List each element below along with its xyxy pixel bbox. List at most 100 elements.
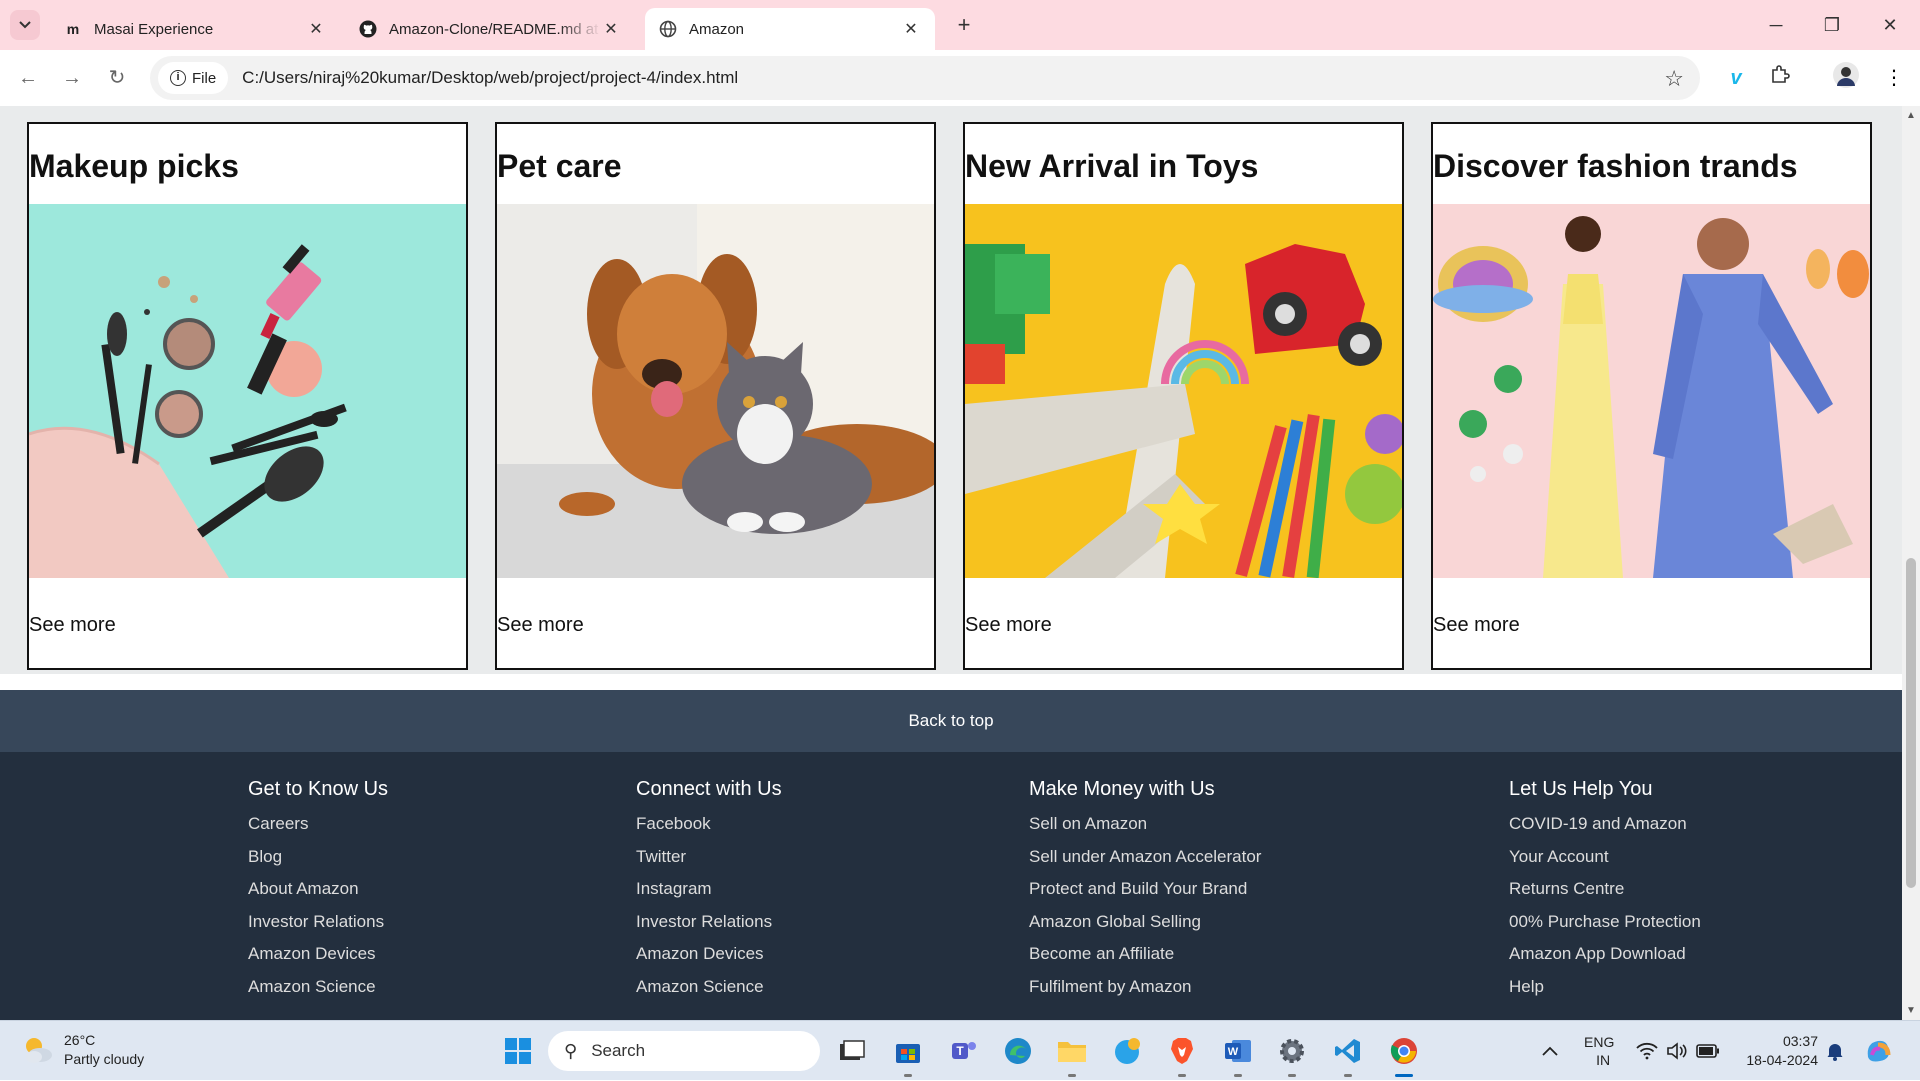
page-viewport: Makeup picks See more Pet care See more … (0, 106, 1902, 1020)
see-more-link[interactable]: See more (497, 614, 584, 637)
profile-avatar[interactable] (1830, 62, 1862, 94)
tab-masai-experience[interactable]: m Masai Experience ✕ (50, 8, 340, 50)
footer-link[interactable]: About Amazon (248, 878, 388, 911)
footer-link[interactable]: Blog (248, 846, 388, 879)
close-icon[interactable]: ✕ (901, 19, 921, 39)
tab-amazon[interactable]: Amazon ✕ (645, 8, 935, 50)
show-hidden-icons[interactable] (1542, 1021, 1558, 1081)
weather-temperature: 26°C (64, 1032, 96, 1048)
forward-arrow-icon[interactable]: → (56, 62, 88, 94)
teams-icon[interactable]: T (946, 1033, 982, 1069)
vertical-scrollbar[interactable]: ▲ ▼ (1902, 106, 1920, 1020)
clock-time: 03:37 (1782, 1033, 1818, 1049)
volume-icon[interactable] (1666, 1021, 1688, 1081)
footer-link[interactable]: Help (1509, 976, 1701, 1009)
close-icon[interactable]: ✕ (306, 19, 326, 39)
footer-link[interactable]: Amazon Devices (636, 943, 782, 976)
search-icon: ⚲ (564, 1040, 578, 1061)
footer-link[interactable]: Instagram (636, 878, 782, 911)
footer-link[interactable]: Investor Relations (248, 911, 388, 944)
footer-link[interactable]: Careers (248, 813, 388, 846)
footer-link[interactable]: Sell on Amazon (1029, 813, 1261, 846)
weather-app-icon[interactable] (1110, 1033, 1146, 1069)
footer-link[interactable]: Twitter (636, 846, 782, 879)
battery-icon[interactable] (1696, 1021, 1720, 1081)
footer-heading: Make Money with Us (1029, 778, 1215, 800)
file-explorer-icon[interactable] (1054, 1033, 1090, 1077)
microsoft-store-icon[interactable] (890, 1033, 926, 1077)
language-indicator[interactable]: ENG IN (1584, 1021, 1614, 1081)
vscode-icon[interactable] (1330, 1033, 1366, 1077)
edge-browser-icon[interactable] (1000, 1033, 1036, 1069)
tab-search-button[interactable] (10, 10, 40, 40)
masai-favicon: m (66, 21, 80, 37)
footer-link[interactable]: Amazon Global Selling (1029, 911, 1261, 944)
back-to-top-button[interactable]: Back to top (0, 690, 1902, 752)
scroll-down-arrow-icon[interactable]: ▼ (1906, 1005, 1916, 1016)
weather-widget[interactable]: 26°C Partly cloudy (20, 1031, 144, 1069)
footer-link[interactable]: Protect and Build Your Brand (1029, 878, 1261, 911)
tab-title: Masai Experience (94, 20, 214, 38)
browser-toolbar: ← → ↻ i File C:/Users/niraj%20kumar/Desk… (0, 50, 1920, 106)
vimeo-extension-icon[interactable]: v (1720, 62, 1752, 94)
footer-link[interactable]: Amazon Science (636, 976, 782, 1009)
settings-gear-icon[interactable] (1274, 1033, 1310, 1077)
svg-text:W: W (1228, 1046, 1239, 1058)
footer-link[interactable]: Returns Centre (1509, 878, 1701, 911)
taskbar-search-box[interactable]: ⚲ Search (548, 1031, 820, 1071)
tab-github-readme[interactable]: Amazon-Clone/README.md at ✕ (345, 8, 635, 50)
footer-link[interactable]: COVID-19 and Amazon (1509, 813, 1701, 846)
dog-and-cat-image[interactable] (497, 204, 934, 578)
footer-link[interactable]: Amazon App Download (1509, 943, 1701, 976)
bookmark-star-icon[interactable]: ☆ (1664, 66, 1684, 92)
scroll-up-arrow-icon[interactable]: ▲ (1906, 110, 1916, 121)
wifi-icon[interactable] (1636, 1021, 1658, 1081)
footer-link[interactable]: Facebook (636, 813, 782, 846)
svg-text:T: T (956, 1044, 964, 1058)
windows-start-icon[interactable] (500, 1033, 536, 1069)
see-more-link[interactable]: See more (965, 614, 1052, 637)
footer-heading: Get to Know Us (248, 778, 389, 800)
new-tab-button[interactable]: + (950, 12, 978, 40)
windows-taskbar: 26°C Partly cloudy ⚲ Search T W ENG IN 0… (0, 1020, 1920, 1080)
close-icon[interactable]: ✕ (601, 19, 621, 39)
clock[interactable]: 03:37 18-04-2024 (1738, 1021, 1818, 1081)
address-bar[interactable]: i File C:/Users/niraj%20kumar/Desktop/we… (150, 56, 1700, 100)
footer-column-make-money: Make Money with Us Sell on Amazon Sell u… (1029, 778, 1261, 1008)
card-title: New Arrival in Toys (965, 148, 1259, 184)
url-text[interactable]: C:/Users/niraj%20kumar/Desktop/web/proje… (242, 68, 738, 88)
word-icon[interactable]: W (1220, 1033, 1256, 1077)
see-more-link[interactable]: See more (29, 614, 116, 637)
card-row: Makeup picks See more Pet care See more … (0, 106, 1902, 674)
card-title: Discover fashion trands (1433, 148, 1798, 184)
card-title: Pet care (497, 148, 622, 184)
reload-icon[interactable]: ↻ (101, 62, 133, 94)
makeup-image[interactable] (29, 204, 466, 578)
footer-link[interactable]: Amazon Devices (248, 943, 388, 976)
footer-link[interactable]: Sell under Amazon Accelerator (1029, 846, 1261, 879)
footer-link[interactable]: Fulfilment by Amazon (1029, 976, 1261, 1009)
notification-bell-icon[interactable] (1826, 1021, 1844, 1081)
back-arrow-icon[interactable]: ← (12, 62, 44, 94)
fashion-image[interactable] (1433, 204, 1870, 578)
see-more-link[interactable]: See more (1433, 614, 1520, 637)
chrome-icon[interactable] (1386, 1033, 1422, 1077)
close-window-button[interactable]: ✕ (1862, 8, 1918, 42)
task-view-icon[interactable] (834, 1033, 870, 1069)
footer-link[interactable]: Amazon Science (248, 976, 388, 1009)
copilot-icon[interactable] (1864, 1021, 1894, 1081)
minimize-button[interactable]: ─ (1748, 8, 1804, 42)
site-info-button[interactable]: i File (158, 62, 229, 94)
running-indicator (1068, 1074, 1076, 1077)
scroll-thumb[interactable] (1906, 558, 1916, 888)
restore-button[interactable]: ❐ (1804, 8, 1860, 42)
footer-link[interactable]: Become an Affiliate (1029, 943, 1261, 976)
footer-link[interactable]: Investor Relations (636, 911, 782, 944)
footer-link[interactable]: 00% Purchase Protection (1509, 911, 1701, 944)
extensions-puzzle-icon[interactable] (1764, 62, 1796, 94)
toys-image[interactable] (965, 204, 1402, 578)
brave-browser-icon[interactable] (1164, 1033, 1200, 1077)
more-menu-icon[interactable]: ⋮ (1878, 62, 1910, 94)
globe-icon (659, 20, 677, 38)
footer-link[interactable]: Your Account (1509, 846, 1701, 879)
